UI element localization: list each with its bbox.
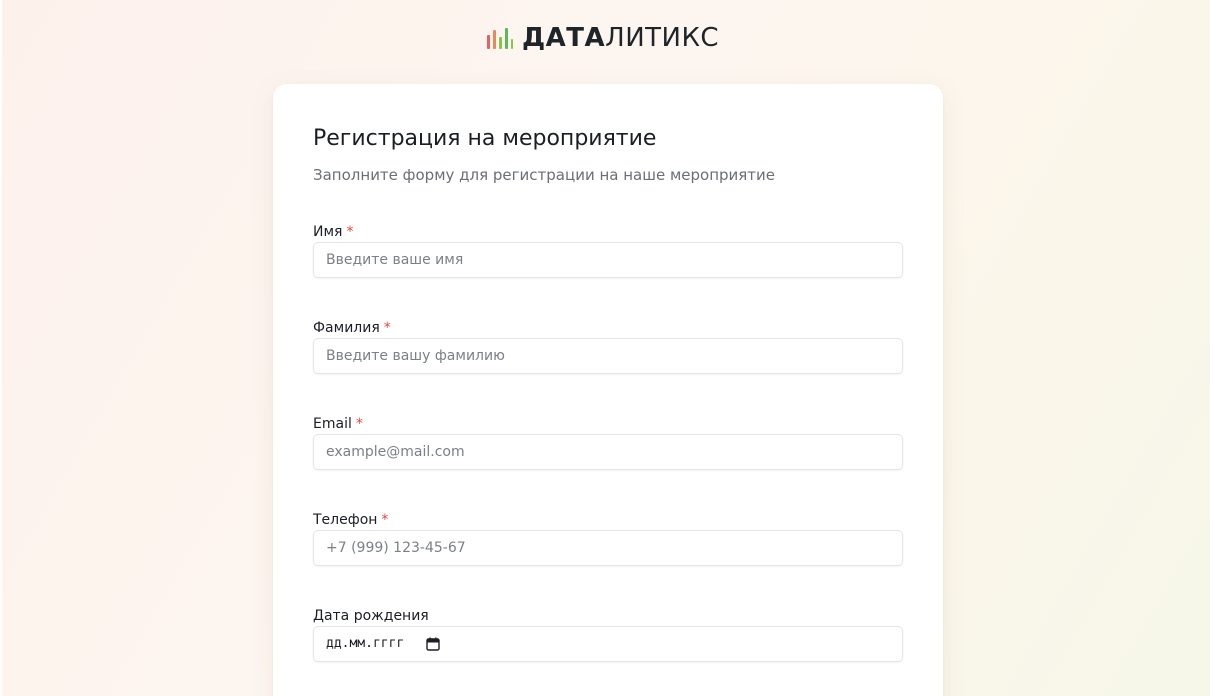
last-name-input[interactable] xyxy=(313,338,903,374)
required-asterisk: * xyxy=(383,320,391,336)
required-asterisk: * xyxy=(346,224,354,240)
registration-card: Регистрация на мероприятие Заполните фор… xyxy=(273,84,943,696)
email-label-text: Email xyxy=(313,416,352,432)
last-name-field: Фамилия * xyxy=(313,318,903,374)
first-name-label: Имя * xyxy=(313,222,903,242)
birthdate-label: Дата рождения xyxy=(313,606,903,626)
required-asterisk: * xyxy=(355,416,363,432)
phone-label: Телефон * xyxy=(313,510,903,530)
email-input[interactable] xyxy=(313,434,903,470)
birthdate-input[interactable]: дд.мм.гггг xyxy=(313,626,903,662)
phone-field: Телефон * xyxy=(313,510,903,566)
site-header: ДАТАЛИТИКС xyxy=(0,22,1210,54)
brand-name: ДАТАЛИТИКС xyxy=(522,22,719,54)
phone-label-text: Телефон xyxy=(313,512,378,528)
first-name-input[interactable] xyxy=(313,242,903,278)
first-name-label-text: Имя xyxy=(313,224,343,240)
calendar-icon[interactable] xyxy=(426,637,440,651)
first-name-field: Имя * xyxy=(313,222,903,278)
birthdate-label-text: Дата рождения xyxy=(313,608,429,624)
phone-input[interactable] xyxy=(313,530,903,566)
email-field: Email * xyxy=(313,414,903,470)
bar-chart-logo-icon xyxy=(487,28,513,49)
last-name-label: Фамилия * xyxy=(313,318,903,338)
last-name-label-text: Фамилия xyxy=(313,320,380,336)
email-label: Email * xyxy=(313,414,903,434)
brand-logo[interactable]: ДАТАЛИТИКС xyxy=(486,22,719,54)
brand-name-regular: ЛИТИКС xyxy=(605,23,720,53)
required-asterisk: * xyxy=(381,512,389,528)
brand-name-bold: ДАТА xyxy=(522,23,606,53)
birthdate-placeholder: дд.мм.гггг xyxy=(326,636,405,651)
page-subtitle: Заполните форму для регистрации на наше … xyxy=(313,166,776,184)
birthdate-field: Дата рождения дд.мм.гггг xyxy=(313,606,903,662)
window-edge xyxy=(0,0,2,696)
page-title: Регистрация на мероприятие xyxy=(313,126,657,151)
